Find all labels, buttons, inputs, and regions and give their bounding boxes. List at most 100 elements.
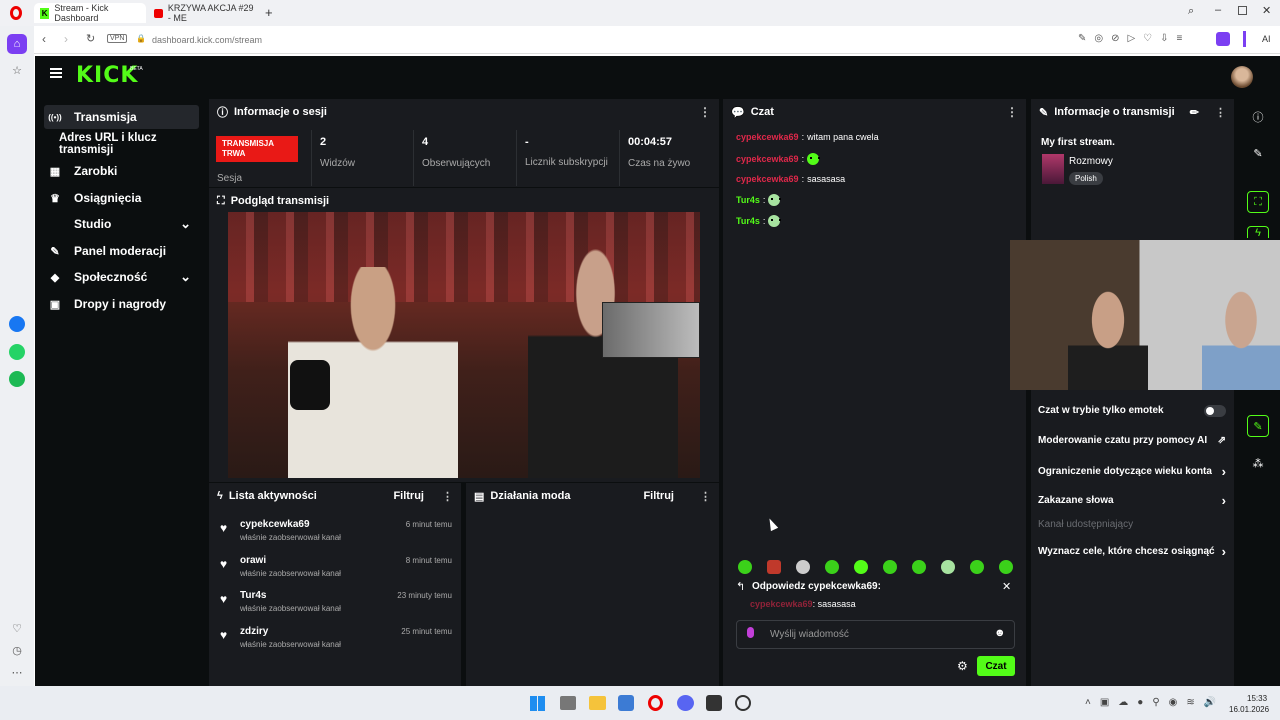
sidebar-item-transmisja[interactable]: ((•)) Transmisja — [44, 105, 199, 129]
panel-title: Działania moda — [490, 490, 571, 502]
edit-icon[interactable]: ✎ — [1247, 142, 1269, 164]
store-icon[interactable] — [618, 695, 634, 711]
wrench-tool-icon[interactable]: ✎ — [1247, 415, 1269, 437]
emote-only-toggle[interactable] — [1204, 405, 1226, 417]
activity-user[interactable]: cypekcewka69 — [240, 519, 310, 530]
emote-picker-item[interactable] — [854, 560, 868, 574]
maximize-icon[interactable] — [1238, 6, 1247, 15]
kebab-menu-icon[interactable]: ⋮ — [700, 490, 711, 503]
ai-label[interactable]: AI — [1262, 34, 1271, 44]
goals-option[interactable]: Wyznacz cele, które chcesz osiągnąć › — [1038, 544, 1226, 559]
chat-username[interactable]: Tur4s — [736, 195, 760, 205]
sidebar-item-dropy[interactable]: ▣ Dropy i nagrody — [44, 292, 199, 316]
new-tab-icon[interactable]: + — [265, 5, 273, 20]
activity-user[interactable]: orawi — [240, 555, 266, 566]
account-age-option[interactable]: Ograniczenie dotyczące wieku konta › — [1038, 464, 1226, 479]
kebab-menu-icon[interactable]: ⋮ — [699, 105, 711, 119]
emote-picker-item[interactable] — [941, 560, 955, 574]
external-link-icon: ⇗ — [1217, 435, 1226, 446]
emote-picker-item[interactable] — [912, 560, 926, 574]
clock-date[interactable]: 16.01.2026 — [1229, 705, 1269, 714]
emote-picker-item[interactable] — [970, 560, 984, 574]
kebab-menu-icon[interactable]: ⋮ — [1006, 105, 1018, 119]
emote-picker-item[interactable] — [738, 560, 752, 574]
community-tool-icon[interactable]: ⁂ — [1247, 452, 1269, 474]
windows-start-icon[interactable] — [530, 696, 545, 711]
edit-icon[interactable]: ✏ — [1190, 106, 1199, 119]
ai-moderation-option[interactable]: Moderowanie czatu przy pomocy AI ⇗ — [1038, 435, 1226, 446]
emote-picker-item[interactable] — [796, 560, 810, 574]
stream-video[interactable] — [228, 212, 700, 478]
sidebar-item-zarobki[interactable]: ▦ Zarobki — [44, 159, 199, 183]
kebab-menu-icon[interactable]: ⋮ — [442, 490, 453, 503]
task-view-icon[interactable] — [560, 696, 576, 710]
clock-time[interactable]: 15:33 — [1247, 694, 1267, 703]
stat-value: 2 — [320, 136, 327, 148]
reply-icon: ↰ — [736, 581, 746, 593]
emote-picker-item[interactable] — [767, 560, 781, 574]
kebab-menu-icon[interactable]: ⋮ — [1215, 106, 1226, 119]
chat-input-box[interactable]: Wyślij wiadomość ☻ — [736, 620, 1015, 649]
search-tabs-icon[interactable]: ⌕ — [1188, 5, 1194, 18]
heart-icon[interactable]: ♡ — [7, 618, 27, 638]
minimize-icon[interactable]: – — [1215, 4, 1221, 16]
close-window-icon[interactable]: ✕ — [1262, 4, 1271, 17]
banned-words-option[interactable]: Zakazane słowa › — [1038, 493, 1226, 508]
profile-icon[interactable] — [1216, 32, 1230, 46]
emote-picker-item[interactable] — [825, 560, 839, 574]
reload-icon[interactable]: ↻ — [86, 32, 95, 45]
vpn-badge[interactable]: VPN — [107, 34, 128, 43]
sidebar-item-osiagniecia[interactable]: ♛ Osiągnięcia — [44, 186, 199, 210]
filter-button[interactable]: Filtruj — [643, 490, 674, 502]
home-icon[interactable]: ⌂ — [7, 34, 27, 54]
browser-tab-kick[interactable]: K Stream - Kick Dashboard — [34, 3, 146, 23]
whatsapp-icon[interactable] — [9, 344, 25, 360]
opera-taskbar-icon[interactable] — [648, 695, 663, 711]
forward-icon[interactable]: › — [64, 32, 68, 46]
chat-send-button[interactable]: Czat — [977, 656, 1015, 676]
file-explorer-icon[interactable] — [589, 696, 606, 710]
activity-user[interactable]: Tur4s — [240, 590, 267, 601]
tray-icons[interactable]: ˄▣☁●⚲◉≋🔊 — [1085, 697, 1225, 708]
chat-username[interactable]: cypekcewka69 — [736, 174, 799, 184]
messenger-icon[interactable] — [9, 316, 25, 332]
category-name[interactable]: Rozmowy — [1069, 156, 1113, 167]
activity-user[interactable]: zdziry — [240, 626, 268, 637]
gift-icon: ▣ — [49, 298, 61, 311]
emoji-icon[interactable]: ☻ — [994, 627, 1006, 639]
activity-tool-icon[interactable]: ϟ — [1247, 226, 1269, 239]
sidebar-item-studio[interactable]: Studio ⌄ — [44, 212, 199, 236]
info-icon: ⓘ — [217, 107, 228, 119]
back-icon[interactable]: ‹ — [42, 32, 46, 46]
emote-picker-item[interactable] — [883, 560, 897, 574]
chat-username[interactable]: Tur4s — [736, 216, 760, 226]
chat-username[interactable]: cypekcewka69 — [736, 132, 799, 142]
hamburger-menu-icon[interactable] — [50, 68, 62, 78]
discord-icon[interactable] — [677, 695, 694, 711]
app-icon[interactable] — [706, 695, 722, 711]
history-icon[interactable]: ◷ — [7, 640, 27, 660]
filter-button[interactable]: Filtruj — [393, 490, 424, 502]
sidebar-item-stream-key[interactable]: Adres URL i klucz transmisji — [44, 132, 204, 156]
sidebar-item-panel-moderacji[interactable]: ✎ Panel moderacji — [44, 239, 199, 263]
spotify-icon[interactable] — [9, 371, 25, 387]
sidebar-item-spolecznosc[interactable]: ◆ Społeczność ⌄ — [44, 265, 199, 289]
star-icon[interactable]: ☆ — [7, 60, 27, 80]
more-icon[interactable]: ⋯ — [7, 662, 27, 682]
browser-tab-youtube[interactable]: KRZYWA AKCJA #29 - ME — [148, 3, 260, 23]
heart-icon: ♥ — [220, 592, 228, 606]
obs-icon[interactable] — [735, 695, 751, 711]
url-field[interactable]: dashboard.kick.com/stream — [152, 35, 262, 45]
microphone-icon[interactable] — [747, 627, 754, 638]
close-reply-icon[interactable]: ✕ — [1002, 580, 1011, 593]
stat-followers: 4 Obserwujących — [414, 130, 517, 186]
preview-tool-icon[interactable]: ⛶ — [1247, 191, 1269, 213]
opera-logo-icon[interactable] — [10, 6, 22, 20]
browser-toolbar-icons[interactable]: ✎◎⊘▷♡⇩≡ — [1078, 33, 1190, 44]
chat-settings-icon[interactable]: ⚙ — [957, 659, 968, 673]
avatar[interactable] — [1231, 66, 1253, 88]
chat-username[interactable]: cypekcewka69 — [736, 154, 799, 164]
emote-picker-item[interactable] — [999, 560, 1013, 574]
chat-message: cypekcewka69: sasasasa — [736, 174, 845, 184]
info-icon[interactable]: ⓘ — [1247, 106, 1269, 128]
